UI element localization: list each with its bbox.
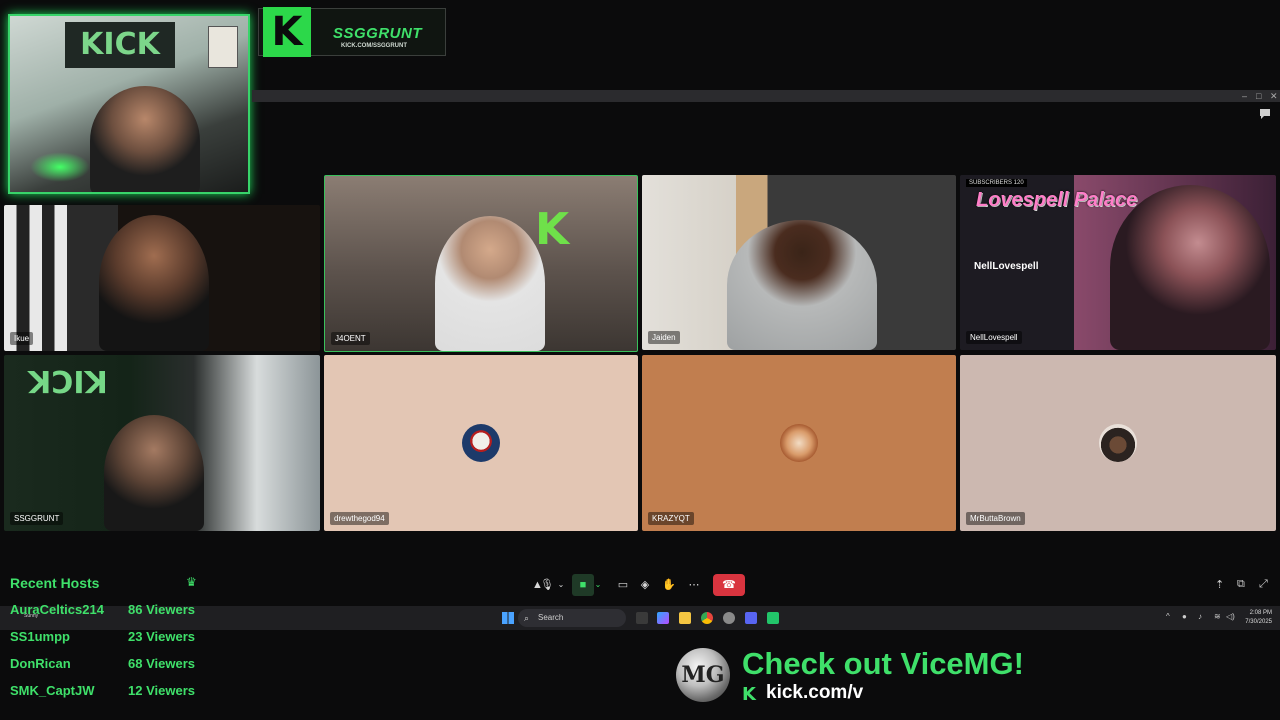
search-placeholder: Search — [538, 613, 564, 622]
chevron-up-icon[interactable]: ^ — [1166, 612, 1170, 621]
trophy-icon: ♛ — [186, 575, 197, 589]
close-icon[interactable]: ✕ — [1270, 90, 1278, 102]
channel-url: KICK.COM/SSGGRUNT — [341, 43, 407, 49]
subscriber-count: SUBSCRIBERS 120 — [966, 179, 1027, 187]
chrome-icon[interactable] — [701, 612, 713, 624]
participant-name: Jaiden — [648, 331, 680, 344]
task-view-icon[interactable] — [636, 612, 648, 624]
participant-tile[interactable]: Jaiden — [642, 175, 956, 350]
participant-video — [435, 216, 545, 351]
chat-icon[interactable] — [1258, 108, 1272, 120]
participant-tile-active[interactable]: K J4OENT — [324, 175, 638, 352]
wall-poster — [208, 26, 238, 68]
host-name: SS1umpp — [10, 629, 70, 644]
clock-date: 7/30/2025 — [1245, 619, 1272, 625]
streamer-figure — [90, 86, 200, 192]
participant-name: SSGGRUNT — [10, 512, 64, 525]
promo-title: Check out ViceMG! — [742, 646, 1024, 681]
file-explorer-icon[interactable] — [679, 612, 691, 624]
tiktok-handle: NellLovespell — [974, 261, 1039, 272]
host-viewers: 23 Viewers — [128, 629, 195, 644]
copilot-icon[interactable] — [657, 612, 669, 624]
kick-logo-icon: K — [742, 684, 756, 705]
participant-tile[interactable]: KRAZYQT — [642, 355, 956, 531]
taskbar-search[interactable]: ⌕ Search — [518, 609, 626, 627]
participant-video — [1110, 185, 1270, 350]
promo-url: kick.com/v — [766, 682, 864, 703]
kick-wall-sign: KICK — [65, 22, 175, 68]
channel-name: SSGGRUNT — [333, 25, 423, 42]
host-name: SMK_CaptJW — [10, 683, 95, 698]
participant-avatar — [780, 424, 818, 462]
fullscreen-icon[interactable]: ⤢ — [1259, 578, 1268, 591]
participant-name: J4OENT — [331, 332, 370, 345]
tray-app-icon[interactable]: ● — [1182, 612, 1187, 621]
meeting-window-titlebar: – □ ✕ — [252, 90, 1280, 102]
gamepad-icon[interactable]: ◈ — [638, 574, 652, 596]
vicemg-logo: MG — [676, 648, 730, 702]
minimize-icon[interactable]: – — [1242, 90, 1247, 102]
maximize-icon[interactable]: □ — [1256, 90, 1261, 102]
stream-overlay-brand: Lovespell Palace — [976, 189, 1138, 211]
camera-icon[interactable]: ■ — [572, 574, 594, 596]
app-icon[interactable] — [767, 612, 779, 624]
leave-call-icon: ☎ — [722, 579, 736, 591]
kick-wall-sign: KICK — [28, 363, 108, 398]
leave-call-button[interactable]: ☎ — [713, 574, 745, 596]
participant-name: NellLovespell — [966, 331, 1022, 344]
start-button[interactable] — [502, 612, 514, 624]
kick-logo-icon: K — [263, 7, 311, 57]
participant-name: Ikue — [10, 332, 34, 345]
host-viewers: 12 Viewers — [128, 683, 195, 698]
participant-name: drewthegod94 — [330, 512, 389, 525]
raise-hand-icon[interactable]: ✋ — [662, 574, 676, 596]
streamer-facecam: KICK — [8, 14, 250, 194]
participant-name: MrButtaBrown — [966, 512, 1025, 525]
microphone-tray-icon[interactable]: ♪ — [1198, 612, 1202, 621]
recent-hosts-title: Recent Hosts — [10, 575, 100, 591]
host-name: DonRican — [10, 656, 71, 671]
host-viewers: 86 Viewers — [128, 602, 195, 617]
volume-icon[interactable]: ◁) — [1226, 612, 1235, 621]
microphone-icon[interactable]: 🎙 — [540, 574, 554, 596]
participant-video — [99, 215, 209, 351]
settings-icon[interactable] — [723, 612, 735, 624]
wifi-icon[interactable]: ≋ — [1214, 612, 1221, 621]
discord-icon[interactable] — [745, 612, 757, 624]
participant-avatar — [1099, 424, 1137, 462]
participant-tile[interactable]: Ikue — [4, 205, 320, 351]
popout-icon[interactable]: ⧉ — [1237, 578, 1245, 591]
participant-avatar — [462, 424, 500, 462]
host-viewers: 68 Viewers — [128, 656, 195, 671]
participant-video — [104, 415, 204, 531]
pin-icon[interactable]: ⇡ — [1215, 578, 1224, 591]
share-screen-icon[interactable]: ▭ — [616, 574, 630, 596]
participant-video — [727, 220, 877, 350]
search-icon: ⌕ — [524, 613, 530, 623]
participant-tile[interactable]: drewthegod94 — [324, 355, 638, 531]
chevron-down-icon[interactable]: ⌄ — [556, 574, 566, 596]
green-light — [30, 152, 90, 182]
participant-tile[interactable]: KICK SSGGRUNT — [4, 355, 320, 531]
clock-time: 2:08 PM — [1249, 610, 1272, 616]
kick-decor-icon: K — [535, 204, 570, 255]
chevron-down-icon[interactable]: ⌄ — [594, 574, 602, 596]
participant-name: KRAZYQT — [648, 512, 694, 525]
participant-tile[interactable]: MrButtaBrown — [960, 355, 1276, 531]
participant-tile[interactable]: SUBSCRIBERS 120 Lovespell Palace NellLov… — [960, 175, 1276, 350]
more-icon[interactable]: ⋯ — [686, 574, 702, 596]
channel-banner: K SSGGRUNT KICK.COM/SSGGRUNT — [258, 7, 446, 57]
cursor-icon: ▲ — [532, 579, 543, 591]
host-name: AuraCeltics214 — [10, 602, 104, 617]
taskbar-clock[interactable]: 2:08 PM 7/30/2025 — [1245, 609, 1272, 627]
